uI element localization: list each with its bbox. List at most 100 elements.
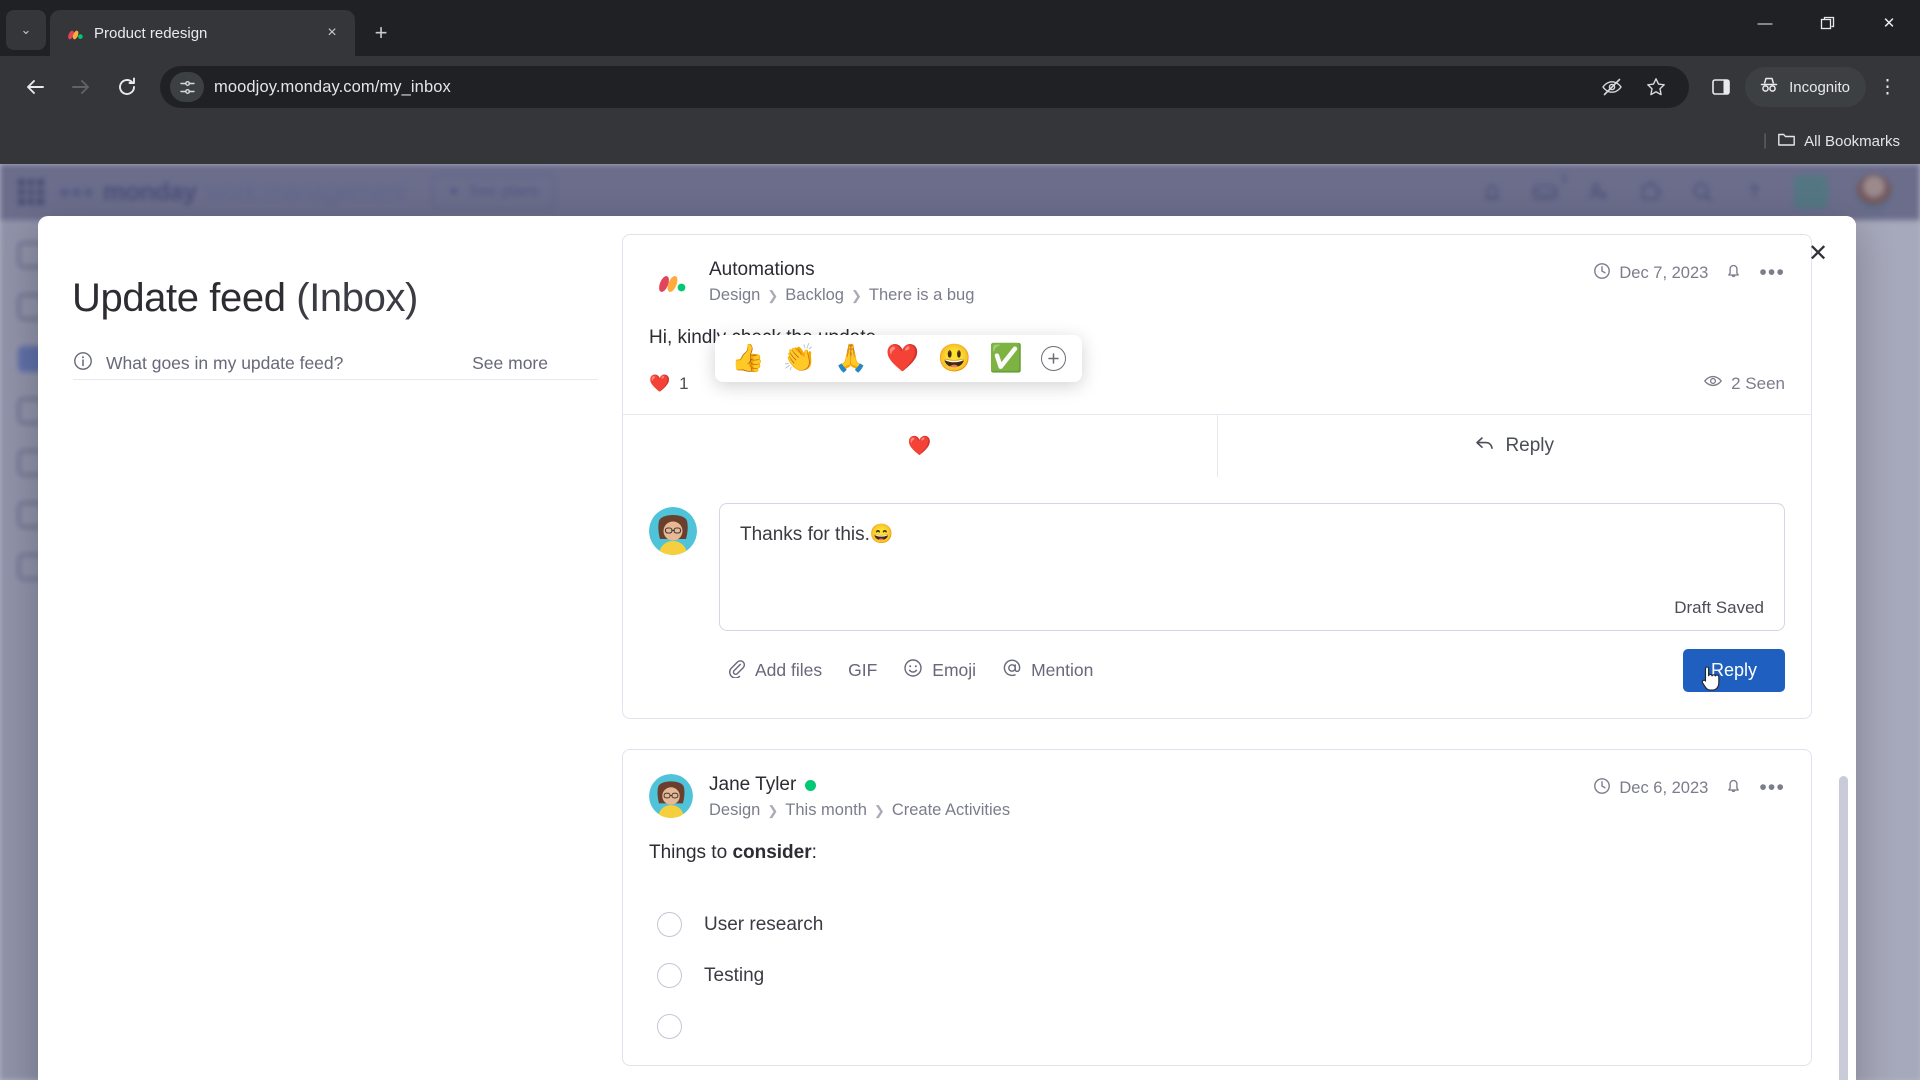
address-bar[interactable]: moodjoy.monday.com/my_inbox bbox=[160, 66, 1690, 108]
composer-toolbar: Add files GIF Emoji Mention Reply bbox=[719, 649, 1785, 692]
bookmarks-bar: | All Bookmarks bbox=[0, 118, 1920, 164]
chevron-right-icon: ❯ bbox=[767, 287, 779, 303]
emoji-picker-popup[interactable]: 👍 👏 🙏 ❤️ 😃 ✅ bbox=[715, 335, 1082, 382]
breadcrumb-item[interactable]: Backlog bbox=[785, 286, 844, 305]
heart-icon: ❤️ bbox=[907, 436, 932, 457]
update-date: Dec 7, 2023 bbox=[1593, 262, 1708, 285]
update-card-meta: Jane Tyler Design ❯ This month ❯ Create … bbox=[709, 774, 1010, 820]
mention-button[interactable]: Mention bbox=[1002, 658, 1093, 683]
breadcrumb-item[interactable]: There is a bug bbox=[869, 286, 974, 305]
emoji-pray-icon[interactable]: 🙏 bbox=[834, 345, 868, 372]
new-tab-button[interactable]: + bbox=[363, 15, 399, 51]
checklist-item[interactable]: User research bbox=[657, 912, 1785, 937]
feed-info-row: What goes in my update feed? See more bbox=[72, 350, 548, 377]
maximize-icon[interactable] bbox=[1796, 0, 1858, 46]
update-card: Jane Tyler Design ❯ This month ❯ Create … bbox=[622, 749, 1812, 1066]
chevron-down-icon: ⌄ bbox=[20, 22, 32, 37]
emoji-thumbsup-icon[interactable]: 👍 bbox=[731, 345, 765, 372]
reload-icon[interactable] bbox=[106, 66, 148, 108]
update-date: Dec 6, 2023 bbox=[1593, 777, 1708, 800]
tab-search-button[interactable]: ⌄ bbox=[6, 10, 46, 50]
side-panel-icon[interactable] bbox=[1701, 67, 1741, 107]
checklist-item[interactable] bbox=[657, 1014, 1785, 1039]
minimize-icon[interactable]: — bbox=[1734, 0, 1796, 46]
update-body-prefix: Things to bbox=[649, 842, 733, 863]
update-date-label: Dec 6, 2023 bbox=[1619, 778, 1709, 797]
update-checklist: User research Testing bbox=[623, 864, 1811, 1065]
browser-toolbar: moodjoy.monday.com/my_inbox Incognito ⋮ bbox=[0, 56, 1920, 118]
emoji-clap-icon[interactable]: 👏 bbox=[783, 345, 817, 372]
reply-label: Reply bbox=[1505, 435, 1555, 456]
checklist-label: Testing bbox=[704, 964, 765, 986]
modal-right-pane[interactable]: Automations Design ❯ Backlog ❯ There is … bbox=[598, 216, 1856, 1080]
forward-icon[interactable] bbox=[60, 66, 102, 108]
gif-label: GIF bbox=[848, 660, 878, 680]
emoji-smile-icon[interactable]: 😃 bbox=[938, 345, 972, 372]
avatar bbox=[649, 507, 697, 555]
browser-menu-icon[interactable]: ⋮ bbox=[1870, 67, 1906, 107]
page-info-icon[interactable] bbox=[170, 72, 204, 102]
breadcrumb-item[interactable]: Design bbox=[709, 801, 760, 820]
emoji-heart-icon[interactable]: ❤️ bbox=[886, 345, 920, 372]
all-bookmarks-button[interactable]: All Bookmarks bbox=[1777, 130, 1900, 153]
page-title: Update feed (Inbox) bbox=[72, 276, 548, 321]
bookmark-separator: | bbox=[1762, 132, 1768, 149]
mention-label: Mention bbox=[1031, 660, 1094, 680]
update-action-bar: ❤️ Reply bbox=[623, 414, 1811, 477]
heart-emoji-icon: ❤️ bbox=[649, 373, 671, 393]
browser-window: ⌄ Product redesign × + — ✕ moodjoy.monda… bbox=[0, 0, 1920, 1080]
eye-slash-icon[interactable] bbox=[1595, 70, 1629, 104]
checklist-item[interactable]: Testing bbox=[657, 963, 1785, 988]
ellipsis-icon[interactable]: ••• bbox=[1759, 777, 1785, 797]
ellipsis-icon[interactable]: ••• bbox=[1759, 262, 1785, 282]
breadcrumb: Design ❯ This month ❯ Create Activities bbox=[709, 801, 1010, 820]
close-icon[interactable]: × bbox=[319, 20, 345, 46]
see-more-link[interactable]: See more bbox=[472, 353, 548, 374]
checkbox-icon[interactable] bbox=[657, 912, 682, 937]
tab-strip: ⌄ Product redesign × + — ✕ bbox=[0, 0, 1920, 56]
add-reaction-icon[interactable] bbox=[1040, 346, 1066, 371]
reply-button[interactable]: Reply bbox=[1216, 415, 1812, 477]
breadcrumb-item[interactable]: Design bbox=[709, 286, 760, 305]
add-files-button[interactable]: Add files bbox=[727, 659, 822, 683]
close-window-icon[interactable]: ✕ bbox=[1858, 0, 1920, 46]
update-body-suffix: : bbox=[811, 842, 817, 863]
back-icon[interactable] bbox=[14, 66, 56, 108]
emoji-button[interactable]: Emoji bbox=[903, 658, 976, 683]
info-circle-icon bbox=[72, 350, 94, 377]
like-button[interactable]: ❤️ bbox=[623, 415, 1217, 477]
scrollbar-thumb[interactable] bbox=[1839, 776, 1848, 1080]
breadcrumb-item[interactable]: This month bbox=[785, 801, 867, 820]
seen-label: 2 Seen bbox=[1731, 373, 1785, 393]
reply-arrow-icon bbox=[1474, 433, 1495, 460]
paperclip-icon bbox=[727, 659, 746, 683]
update-body-bold: consider bbox=[732, 842, 812, 863]
smiley-icon bbox=[903, 658, 923, 683]
draft-status: Draft Saved bbox=[1674, 598, 1764, 617]
seen-indicator[interactable]: 2 Seen bbox=[1703, 371, 1785, 396]
checkbox-icon[interactable] bbox=[657, 963, 682, 988]
update-author-name: Jane Tyler bbox=[709, 774, 797, 795]
page-viewport: monday work management ✦ See plans 3 ✕ U… bbox=[0, 164, 1920, 1080]
modal-left-pane: Update feed (Inbox) What goes in my upda… bbox=[38, 216, 598, 1080]
bell-icon[interactable] bbox=[1724, 261, 1743, 285]
submit-reply-label: Reply bbox=[1710, 660, 1757, 680]
breadcrumb-item[interactable]: Create Activities bbox=[892, 801, 1010, 820]
composer-column: Thanks for this.😄 Draft Saved Add files bbox=[719, 503, 1785, 692]
incognito-indicator[interactable]: Incognito bbox=[1745, 67, 1866, 107]
reply-text: Thanks for this.😄 bbox=[740, 524, 894, 545]
clock-icon bbox=[1593, 262, 1611, 285]
checkbox-icon[interactable] bbox=[657, 1014, 682, 1039]
emoji-checkmark-icon[interactable]: ✅ bbox=[989, 345, 1023, 372]
reply-textarea[interactable]: Thanks for this.😄 Draft Saved bbox=[719, 503, 1785, 631]
update-card-header: Jane Tyler Design ❯ This month ❯ Create … bbox=[623, 750, 1811, 820]
gif-button[interactable]: GIF bbox=[848, 660, 877, 681]
submit-reply-button[interactable]: Reply bbox=[1682, 649, 1785, 692]
update-card-actions: Dec 7, 2023 ••• bbox=[1593, 259, 1785, 285]
star-icon[interactable] bbox=[1639, 70, 1673, 104]
close-icon[interactable]: ✕ bbox=[1798, 234, 1838, 274]
bell-icon[interactable] bbox=[1724, 776, 1743, 800]
page-title-suffix: (Inbox) bbox=[296, 276, 418, 320]
browser-tab[interactable]: Product redesign × bbox=[50, 10, 355, 56]
reaction-count-pill[interactable]: ❤️ 1 bbox=[649, 374, 689, 394]
